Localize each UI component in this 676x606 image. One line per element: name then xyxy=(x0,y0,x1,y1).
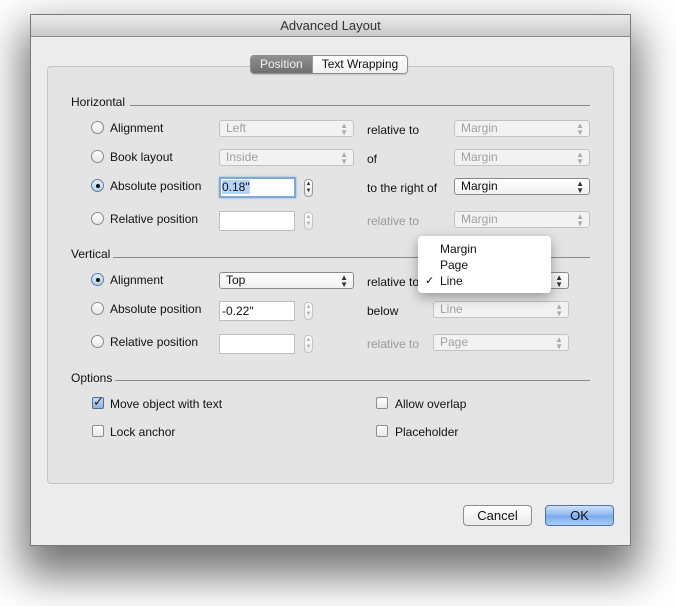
select-arrows-icon: ▲ ▼ xyxy=(576,149,584,166)
h-book-layout-select[interactable]: Inside ▲ ▼ xyxy=(219,149,354,166)
options-section-label: Options xyxy=(71,371,113,385)
placeholder-label: Placeholder xyxy=(395,425,459,439)
h-book-layout-select-value: Inside xyxy=(226,150,259,164)
move-object-with-text-checkbox[interactable]: ✓ xyxy=(92,394,104,409)
h-absolute-position-radio[interactable] xyxy=(91,179,104,192)
v-alignment-radio[interactable] xyxy=(91,273,104,286)
v-relative-position-stepper[interactable]: ▲ ▼ xyxy=(304,335,313,353)
h-book-layout-of-select[interactable]: Margin ▲ ▼ xyxy=(454,149,590,166)
select-arrows-icon: ▲ ▼ xyxy=(576,211,584,228)
select-arrows-icon: ▲ ▼ xyxy=(340,149,348,166)
v-relative-position-radio[interactable] xyxy=(91,335,104,348)
h-absolute-position-value: 0.18" xyxy=(222,180,250,194)
h-absolute-position-field[interactable]: 0.18" xyxy=(219,177,296,198)
v-alignment-label: Alignment xyxy=(110,273,164,287)
h-relative-position-relative-select[interactable]: Margin ▲ ▼ xyxy=(454,211,590,228)
select-arrows-icon: ▲ ▼ xyxy=(555,272,563,289)
relative-to-dropdown-menu: Margin Page ✓ Line xyxy=(418,236,551,293)
v-absolute-position-below-select[interactable]: Line ▲ ▼ xyxy=(433,301,569,318)
v-absolute-position-value: -0.22" xyxy=(222,304,254,318)
h-alignment-relative-select[interactable]: Margin ▲ ▼ xyxy=(454,120,590,137)
options-divider xyxy=(115,380,590,381)
lock-anchor-label: Lock anchor xyxy=(110,425,176,439)
h-alignment-relative-value: Margin xyxy=(461,121,498,135)
menu-item-page[interactable]: Page xyxy=(418,257,551,273)
h-book-layout-relation-label: of xyxy=(367,152,378,166)
h-book-layout-label: Book layout xyxy=(110,150,173,164)
select-arrows-icon: ▲ ▼ xyxy=(340,272,348,289)
v-alignment-select-value: Top xyxy=(226,273,246,287)
h-book-layout-radio[interactable] xyxy=(91,150,104,163)
h-relative-position-radio[interactable] xyxy=(91,212,104,225)
v-absolute-position-radio[interactable] xyxy=(91,302,104,315)
v-absolute-position-below-value: Line xyxy=(440,302,463,316)
allow-overlap-label: Allow overlap xyxy=(395,397,467,411)
h-relative-position-stepper[interactable]: ▲ ▼ xyxy=(304,212,313,230)
horizontal-section-label: Horizontal xyxy=(71,95,126,109)
lock-anchor-checkbox[interactable] xyxy=(92,425,104,437)
menu-item-line-label: Line xyxy=(440,274,463,288)
h-absolute-position-label: Absolute position xyxy=(110,179,202,193)
v-relative-position-relative-value: Page xyxy=(440,335,469,349)
placeholder-checkbox[interactable] xyxy=(376,425,388,437)
v-absolute-position-field[interactable]: -0.22" xyxy=(219,301,295,321)
select-arrows-icon: ▲ ▼ xyxy=(340,120,348,137)
horizontal-divider xyxy=(130,105,590,106)
ok-button[interactable]: OK xyxy=(545,505,614,526)
select-arrows-icon: ▲ ▼ xyxy=(555,301,563,318)
select-arrows-icon: ▲ ▼ xyxy=(576,178,584,195)
h-relative-position-relative-value: Margin xyxy=(461,212,498,226)
tab-text-wrapping[interactable]: Text Wrapping xyxy=(311,56,408,73)
v-relative-position-relation-label: relative to xyxy=(367,337,420,351)
v-alignment-select[interactable]: Top ▲ ▼ xyxy=(219,272,354,289)
h-book-layout-of-value: Margin xyxy=(461,150,498,164)
h-absolute-position-right-of-value: Margin xyxy=(461,179,498,193)
h-relative-position-label: Relative position xyxy=(110,212,199,226)
allow-overlap-checkbox[interactable] xyxy=(376,397,388,409)
v-absolute-position-label: Absolute position xyxy=(110,302,202,316)
h-alignment-label: Alignment xyxy=(110,121,164,135)
v-relative-position-relative-select[interactable]: Page ▲ ▼ xyxy=(433,334,569,351)
v-relative-position-label: Relative position xyxy=(110,335,199,349)
h-relative-position-field[interactable] xyxy=(219,211,295,231)
h-absolute-position-relation-label: to the right of xyxy=(367,181,438,195)
tab-bar: Position Text Wrapping xyxy=(250,55,409,74)
v-absolute-position-stepper[interactable]: ▲ ▼ xyxy=(304,302,313,320)
h-alignment-select[interactable]: Left ▲ ▼ xyxy=(219,120,354,137)
v-absolute-position-relation-label: below xyxy=(367,304,399,318)
menu-item-margin-label: Margin xyxy=(440,242,477,256)
h-alignment-select-value: Left xyxy=(226,121,247,135)
checkmark-icon: ✓ xyxy=(425,275,435,287)
v-alignment-relation-label: relative to xyxy=(367,275,420,289)
checkmark-icon: ✓ xyxy=(93,394,104,409)
h-alignment-radio[interactable] xyxy=(91,121,104,134)
h-relative-position-relation-label: relative to xyxy=(367,214,420,228)
menu-item-line[interactable]: ✓ Line xyxy=(418,273,551,289)
menu-item-page-label: Page xyxy=(440,258,469,272)
tab-position[interactable]: Position xyxy=(251,56,312,73)
menu-item-margin[interactable]: Margin xyxy=(418,241,551,257)
h-absolute-position-right-of-select[interactable]: Margin ▲ ▼ xyxy=(454,178,590,195)
cancel-button[interactable]: Cancel xyxy=(463,505,532,526)
select-arrows-icon: ▲ ▼ xyxy=(555,334,563,351)
v-relative-position-field[interactable] xyxy=(219,334,295,354)
move-object-with-text-label: Move object with text xyxy=(110,397,223,411)
h-absolute-position-stepper[interactable]: ▲ ▼ xyxy=(304,179,313,197)
h-alignment-relation-label: relative to xyxy=(367,123,420,137)
vertical-section-label: Vertical xyxy=(71,247,111,261)
select-arrows-icon: ▲ ▼ xyxy=(576,120,584,137)
